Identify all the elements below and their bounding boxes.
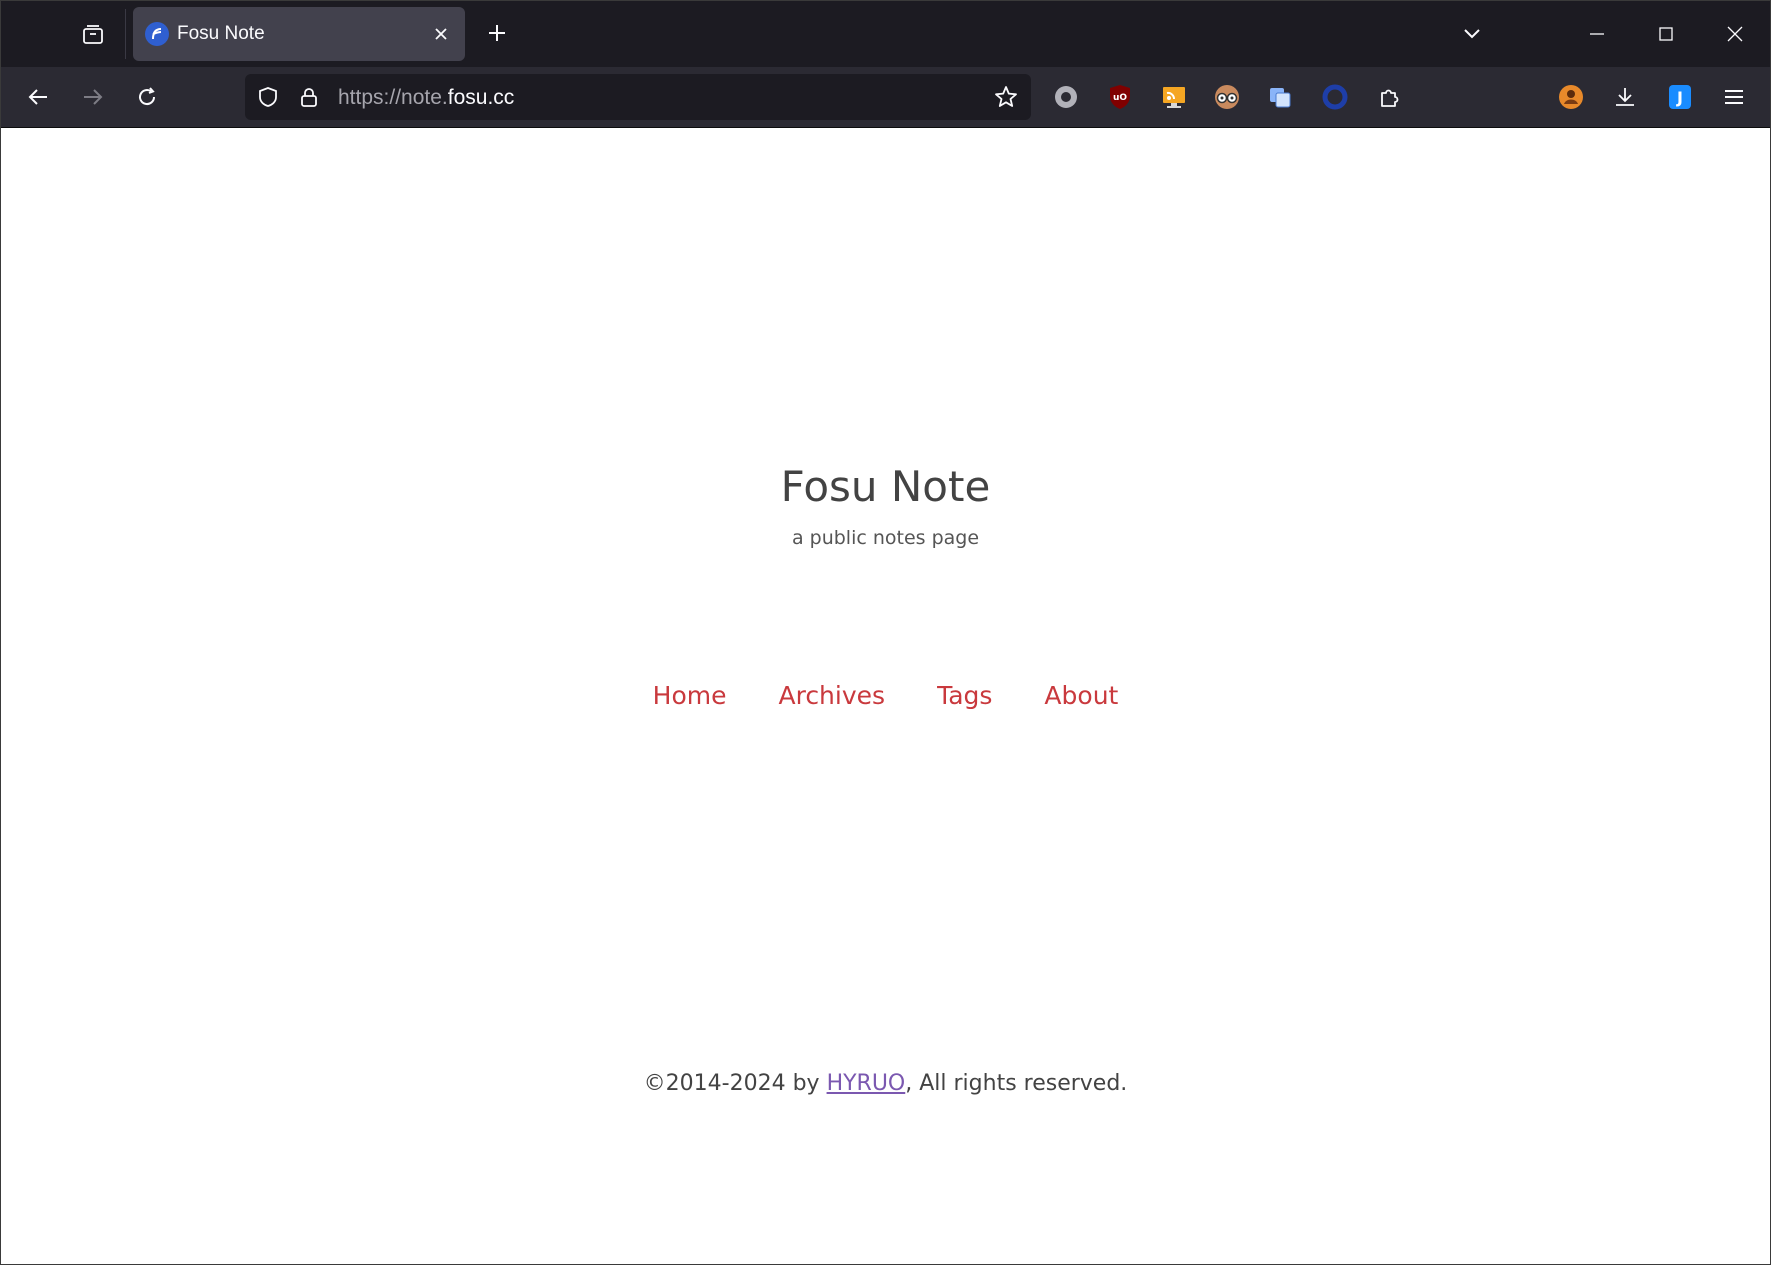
site-info-button[interactable] xyxy=(297,85,321,109)
reload-button[interactable] xyxy=(127,77,167,117)
j-extension-icon: J xyxy=(1669,85,1691,109)
maximize-icon xyxy=(1659,27,1673,41)
new-tab-button[interactable] xyxy=(479,15,515,51)
rss-button[interactable] xyxy=(1156,79,1192,115)
chevron-down-icon xyxy=(1464,29,1480,39)
extension-circle-button[interactable] xyxy=(1048,79,1084,115)
extensions-button[interactable] xyxy=(1372,79,1408,115)
tab-list-icon xyxy=(83,25,103,44)
forward-arrow-icon xyxy=(84,89,103,105)
site-nav: Home Archives Tags About xyxy=(1,681,1770,711)
nav-link-tags[interactable]: Tags xyxy=(937,681,992,711)
bookmark-star-icon xyxy=(995,86,1017,107)
translate-icon xyxy=(1270,88,1291,108)
active-tab[interactable]: Fosu Note xyxy=(133,7,465,61)
back-button[interactable] xyxy=(18,77,58,117)
rss-icon xyxy=(1163,87,1185,108)
profile-avatar-icon xyxy=(1559,85,1583,109)
glasses-icon xyxy=(1215,85,1239,109)
tab-strip: Fosu Note xyxy=(1,1,1770,67)
browser-window: Fosu Note https://note.fosu.cc uO J Fosu… xyxy=(0,0,1771,1265)
forward-button[interactable] xyxy=(73,77,113,117)
minimize-button[interactable] xyxy=(1574,11,1620,57)
reload-icon xyxy=(139,87,156,106)
url-domain: fosu.cc xyxy=(447,86,515,109)
minimize-icon xyxy=(1590,33,1604,35)
footer: ©2014-2024 by HYRUO, All rights reserved… xyxy=(1,1070,1770,1098)
nav-link-home[interactable]: Home xyxy=(653,681,727,711)
lock-icon xyxy=(301,88,317,107)
bookmark-button[interactable] xyxy=(994,85,1018,109)
extension-circle-icon xyxy=(1055,86,1077,108)
ublock-icon: uO xyxy=(1110,85,1130,109)
j-extension-button[interactable]: J xyxy=(1662,79,1698,115)
navigation-toolbar: https://note.fosu.cc uO J xyxy=(1,67,1770,128)
nav-link-archives[interactable]: Archives xyxy=(778,681,885,711)
url-text[interactable]: https://note.fosu.cc xyxy=(338,86,514,110)
app-menu-button[interactable] xyxy=(1716,79,1752,115)
plus-icon xyxy=(489,25,505,41)
back-arrow-icon xyxy=(28,89,47,105)
downloads-button[interactable] xyxy=(1607,79,1643,115)
firefox-view-button[interactable] xyxy=(73,15,113,55)
svg-text:J: J xyxy=(1676,88,1683,107)
extensions-puzzle-icon xyxy=(1381,89,1399,107)
glasses-extension-button[interactable] xyxy=(1209,79,1245,115)
site-subtitle: a public notes page xyxy=(791,527,980,549)
maximize-button[interactable] xyxy=(1643,11,1689,57)
blue-ring-extension-button[interactable] xyxy=(1317,79,1353,115)
blue-ring-icon xyxy=(1322,84,1348,110)
ublock-button[interactable]: uO xyxy=(1102,79,1138,115)
translate-extension-button[interactable] xyxy=(1262,79,1298,115)
list-all-tabs-button[interactable] xyxy=(1454,15,1490,51)
shield-icon xyxy=(259,87,277,107)
footer-copyright-prefix: ©2014-2024 by xyxy=(643,1071,827,1096)
footer-author-link[interactable]: HYRUO xyxy=(827,1071,906,1096)
downloads-icon xyxy=(1616,88,1634,106)
menu-icon xyxy=(1725,90,1743,104)
site-title[interactable]: Fosu Note xyxy=(1,463,1770,511)
svg-text:uO: uO xyxy=(1113,93,1127,103)
tracking-protection-button[interactable] xyxy=(256,85,280,109)
close-icon xyxy=(1727,26,1743,42)
fosu-note-favicon-icon xyxy=(145,22,169,46)
url-scheme-prefix: https://note. xyxy=(338,86,448,109)
close-window-button[interactable] xyxy=(1712,11,1758,57)
page-content: Fosu Note a public notes page Home Archi… xyxy=(1,128,1770,1264)
account-button[interactable] xyxy=(1553,79,1589,115)
tab-divider xyxy=(125,9,126,59)
url-bar[interactable]: https://note.fosu.cc xyxy=(245,74,1031,120)
footer-copyright-suffix: , All rights reserved. xyxy=(905,1071,1128,1096)
tab-close-button[interactable] xyxy=(429,22,453,46)
close-icon xyxy=(435,28,447,40)
tab-title: Fosu Note xyxy=(177,23,265,44)
nav-link-about[interactable]: About xyxy=(1044,681,1118,711)
